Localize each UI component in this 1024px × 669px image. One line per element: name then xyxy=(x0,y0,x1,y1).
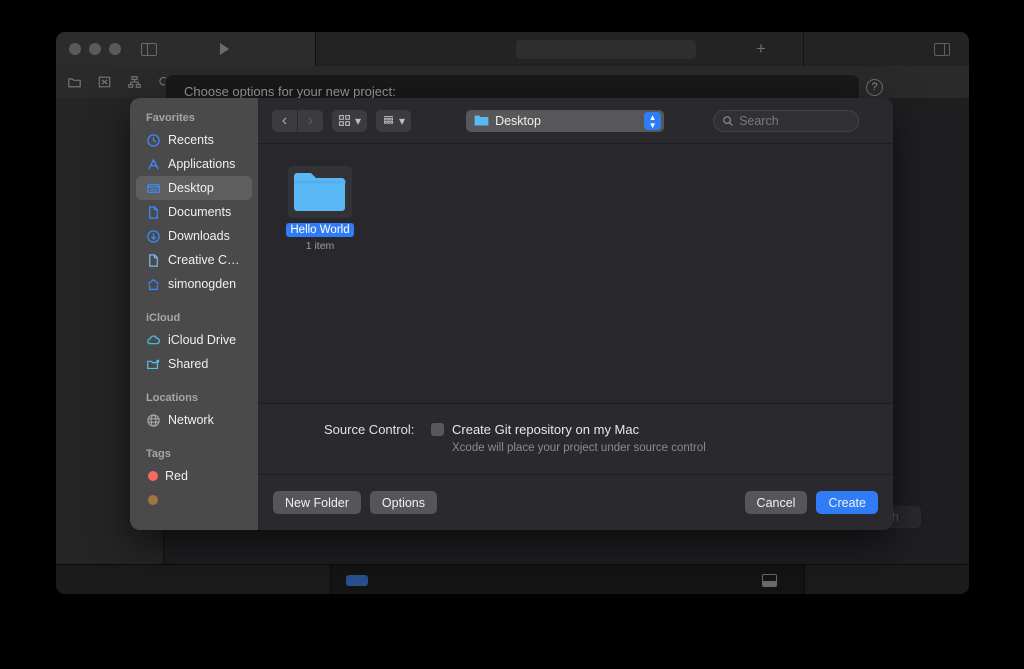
file-chooser-main: ‹ › ▾ ▾ Desktop ▲ ▼ Search Hello World 1… xyxy=(258,98,893,530)
sidebar-item-home[interactable]: simonogden xyxy=(136,272,252,296)
tab-bar-divider xyxy=(803,32,804,66)
options-button[interactable]: Options xyxy=(369,491,438,514)
sidebar-item-downloads[interactable]: Downloads xyxy=(136,224,252,248)
file-chooser-actions: New Folder Options Cancel Create xyxy=(258,474,893,530)
sidebar-item-label: iCloud Drive xyxy=(168,333,237,347)
search-icon xyxy=(723,115,733,126)
sheet-header-title: Choose options for your new project: xyxy=(184,84,396,99)
path-popup-value: Desktop xyxy=(495,113,541,128)
shared-folder-icon xyxy=(147,359,160,369)
cloud-icon xyxy=(147,334,160,344)
sidebar-section-favorites-title: Favorites xyxy=(146,112,195,124)
sidebar-item-label: Documents xyxy=(168,205,232,219)
path-popup-button[interactable]: Desktop ▲ ▼ xyxy=(466,109,665,132)
sidebar-item-network[interactable]: Network xyxy=(136,408,252,432)
download-icon xyxy=(147,229,160,243)
search-placeholder: Search xyxy=(739,113,779,128)
xcode-status-bar xyxy=(56,564,969,594)
sidebar-item-icloud-drive[interactable]: iCloud Drive xyxy=(136,328,252,352)
folder-icon xyxy=(474,115,489,126)
zoom-button[interactable] xyxy=(109,43,121,55)
sidebar-section-locations-title: Locations xyxy=(146,392,198,404)
create-button[interactable]: Create xyxy=(816,491,878,514)
folder-icon xyxy=(294,173,346,211)
inspector-toggle-icon[interactable] xyxy=(934,43,950,56)
issue-navigator-icon[interactable] xyxy=(97,75,112,89)
sidebar-item-recents[interactable]: Recents xyxy=(136,128,252,152)
sidebar-item-label: Downloads xyxy=(168,229,230,243)
create-git-repository-label: Create Git repository on my Mac xyxy=(452,422,640,437)
cancel-button[interactable]: Cancel xyxy=(744,491,808,514)
run-button-icon[interactable] xyxy=(220,43,229,55)
xcode-titlebar: + xyxy=(56,32,969,66)
navigation-segmented-control: ‹ › xyxy=(272,109,323,132)
file-chooser-dialog: Favorites Recents Applications Desktop D… xyxy=(130,98,893,530)
sidebar-item-label: Desktop xyxy=(168,181,214,195)
source-control-label: Source Control: xyxy=(324,422,415,437)
clock-icon xyxy=(147,133,160,147)
tag-dot-icon xyxy=(148,471,158,481)
sidebar-item-creative-cloud[interactable]: Creative C… xyxy=(136,248,252,272)
minimize-button[interactable] xyxy=(89,43,101,55)
sidebar-item-label: Recents xyxy=(168,133,214,147)
create-git-repository-checkbox[interactable] xyxy=(431,423,444,436)
sidebar-item-label: Red xyxy=(165,469,188,483)
hierarchy-icon[interactable] xyxy=(127,75,142,89)
tab-bar: + xyxy=(316,32,969,66)
traffic-lights xyxy=(56,43,121,55)
status-bar-left-segment xyxy=(56,565,331,594)
document-icon xyxy=(149,253,158,267)
sidebar-item-tag-orange[interactable] xyxy=(136,488,252,512)
home-icon xyxy=(147,278,160,290)
grid-view-icon xyxy=(339,115,350,126)
search-field[interactable]: Search xyxy=(713,109,860,132)
help-icon[interactable]: ? xyxy=(866,79,883,96)
status-bar-right-segment xyxy=(804,565,969,594)
folder-icon[interactable] xyxy=(67,75,82,89)
file-item-subtitle: 1 item xyxy=(305,240,335,252)
chevron-down-icon: ▾ xyxy=(399,113,406,128)
sidebar-item-label: Network xyxy=(168,413,214,427)
status-progress-chip xyxy=(346,575,368,586)
sidebar-item-tag-red[interactable]: Red xyxy=(136,464,252,488)
sidebar-item-documents[interactable]: Documents xyxy=(136,200,252,224)
source-control-options: Source Control: Create Git repository on… xyxy=(258,404,893,474)
sidebar-item-applications[interactable]: Applications xyxy=(136,152,252,176)
icon-view-button[interactable]: ▾ xyxy=(332,109,368,132)
sidebar-item-shared[interactable]: Shared xyxy=(136,352,252,376)
group-by-icon xyxy=(384,115,394,124)
sidebar-item-label: Applications xyxy=(168,157,236,171)
back-button[interactable]: ‹ xyxy=(272,109,297,132)
new-folder-button[interactable]: New Folder xyxy=(273,491,361,514)
chevron-down-icon: ▾ xyxy=(355,113,362,128)
sidebar-item-label: Creative C… xyxy=(168,253,240,267)
file-item[interactable]: Hello World 1 item xyxy=(280,166,360,252)
sidebar-item-label: simonogden xyxy=(168,277,237,291)
file-chooser-sidebar: Favorites Recents Applications Desktop D… xyxy=(130,98,258,530)
desktop-icon xyxy=(147,183,160,193)
popup-stepper-icon[interactable]: ▲ ▼ xyxy=(644,111,662,130)
device-icon[interactable] xyxy=(762,574,777,587)
folder-thumbnail xyxy=(288,166,352,218)
sidebar-item-desktop[interactable]: Desktop xyxy=(136,176,252,200)
add-tab-icon[interactable]: + xyxy=(753,40,769,58)
tag-dot-icon xyxy=(148,495,158,505)
sidebar-section-icloud-title: iCloud xyxy=(146,312,181,324)
forward-button[interactable]: › xyxy=(298,109,323,132)
file-list-area[interactable]: Hello World 1 item xyxy=(258,143,893,404)
source-control-hint: Xcode will place your project under sour… xyxy=(452,442,706,454)
sidebar-toggle-icon[interactable] xyxy=(141,42,157,56)
tab-item[interactable] xyxy=(516,40,696,59)
document-icon xyxy=(149,205,158,219)
globe-icon xyxy=(147,413,160,427)
file-chooser-toolbar: ‹ › ▾ ▾ Desktop ▲ ▼ Search xyxy=(258,98,893,143)
close-button[interactable] xyxy=(69,43,81,55)
sidebar-section-tags-title: Tags xyxy=(146,448,171,460)
sidebar-item-label: Shared xyxy=(168,357,209,371)
applications-icon xyxy=(148,157,159,169)
file-item-name: Hello World xyxy=(286,223,354,237)
group-by-button[interactable]: ▾ xyxy=(376,109,412,132)
